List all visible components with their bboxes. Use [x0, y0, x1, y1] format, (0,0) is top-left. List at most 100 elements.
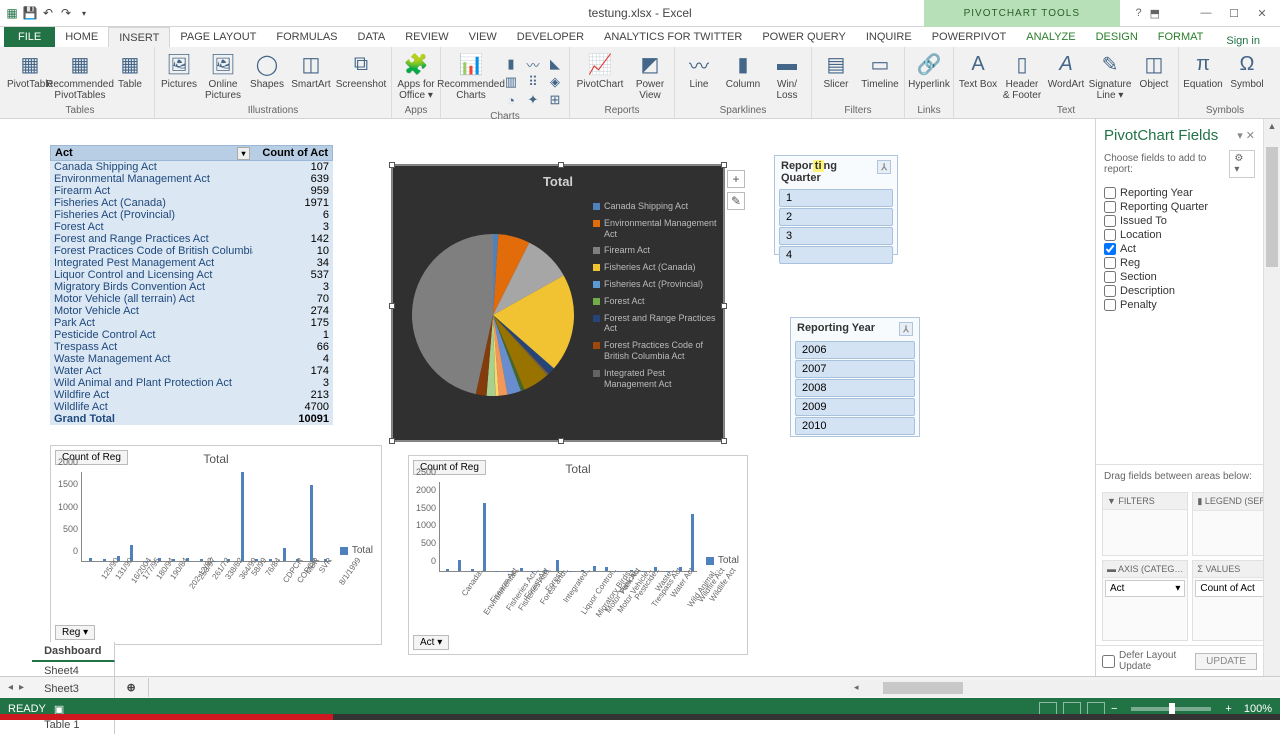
legend-item[interactable]: Firearm Act: [593, 245, 719, 256]
pivot-row[interactable]: Liquor Control and Licensing Act537: [50, 269, 333, 281]
pivot-row[interactable]: Waste Management Act4: [50, 353, 333, 365]
tab-inquire[interactable]: INQUIRE: [856, 27, 922, 47]
slicer-item[interactable]: 2009: [795, 398, 915, 416]
wordart-button[interactable]: AWordArt: [1046, 51, 1086, 90]
pie-plot-area[interactable]: [393, 193, 593, 437]
signature-button[interactable]: ✎Signature Line ▾: [1090, 51, 1130, 101]
field-checkbox[interactable]: [1104, 229, 1116, 241]
plot-area[interactable]: 0500100015002000125/90131/9016/2004177/9…: [81, 472, 331, 562]
legend-item[interactable]: Fisheries Act (Provincial): [593, 279, 719, 290]
pivot-row[interactable]: Trespass Act66: [50, 341, 333, 353]
col-chart-icon[interactable]: ▥: [501, 73, 521, 91]
pivot-row[interactable]: Fisheries Act (Provincial)6: [50, 209, 333, 221]
sparkline-line-button[interactable]: 〰Line: [679, 51, 719, 90]
headerfooter-button[interactable]: ▯Header & Footer: [1002, 51, 1042, 101]
slicer-button[interactable]: ▤Slicer: [816, 51, 856, 90]
tab-pagelayout[interactable]: PAGE LAYOUT: [170, 27, 266, 47]
line-chart-icon[interactable]: 〰: [523, 55, 543, 73]
close-pane-icon[interactable]: ▾ ✕: [1237, 129, 1255, 142]
redo-icon[interactable]: ↷: [58, 5, 74, 21]
pivot-row[interactable]: Motor Vehicle Act274: [50, 305, 333, 317]
zoom-slider[interactable]: [1131, 707, 1211, 711]
signin-link[interactable]: Sign in: [1226, 35, 1280, 47]
field-checkbox[interactable]: [1104, 257, 1116, 269]
field-item[interactable]: Issued To: [1104, 214, 1255, 228]
pie-chart[interactable]: Total Canada Shipping ActEnvironmental M…: [392, 165, 724, 441]
tab-developer[interactable]: DEVELOPER: [507, 27, 594, 47]
screenshot-button[interactable]: ⧉Screenshot: [335, 51, 387, 90]
pictures-button[interactable]: 🖼Pictures: [159, 51, 199, 90]
close-icon[interactable]: ✕: [1250, 3, 1274, 23]
pie-chart-icon[interactable]: ◔: [501, 91, 521, 109]
field-item[interactable]: Location: [1104, 228, 1255, 242]
help-icon[interactable]: ?: [1135, 7, 1141, 20]
fields-layout-icon[interactable]: ⚙ ▾: [1229, 150, 1255, 178]
field-item[interactable]: Reporting Quarter: [1104, 200, 1255, 214]
scatter-chart-icon[interactable]: ⠿: [523, 73, 543, 91]
equation-button[interactable]: πEquation: [1183, 51, 1223, 90]
pivot-row[interactable]: Forest Act3: [50, 221, 333, 233]
chart-brush-icon[interactable]: ✎: [727, 192, 745, 210]
tab-view[interactable]: VIEW: [459, 27, 507, 47]
legend-item[interactable]: Fisheries Act (Canada): [593, 262, 719, 273]
axis-field-button[interactable]: Reg ▾: [55, 625, 95, 640]
table-button[interactable]: ▦Table: [110, 51, 150, 90]
new-sheet-button[interactable]: ⊕: [115, 678, 149, 697]
filter-dropdown-icon[interactable]: ▾: [237, 147, 250, 160]
chart-plus-icon[interactable]: +: [727, 170, 745, 188]
save-icon[interactable]: 💾: [22, 5, 38, 21]
smartart-button[interactable]: ◫SmartArt: [291, 51, 331, 90]
sheet-tab[interactable]: Sheet3: [32, 680, 114, 698]
pie-legend[interactable]: Canada Shipping ActEnvironmental Managem…: [593, 193, 723, 437]
horizontal-scrollbar[interactable]: ◂: [850, 680, 1280, 696]
sparkline-column-button[interactable]: ▮Column: [723, 51, 763, 90]
pivot-row[interactable]: Firearm Act959: [50, 185, 333, 197]
tab-file[interactable]: FILE: [4, 27, 55, 47]
pivotchart-button[interactable]: 📈PivotChart: [574, 51, 626, 90]
update-button[interactable]: UPDATE: [1195, 653, 1257, 670]
recommended-charts-button[interactable]: 📊Recommended Charts: [445, 51, 497, 101]
pivot-row[interactable]: Migratory Birds Convention Act3: [50, 281, 333, 293]
pivot-row[interactable]: Wildlife Act4700: [50, 401, 333, 413]
pivot-row[interactable]: Forest Practices Code of British Columbi…: [50, 245, 333, 257]
legend-item[interactable]: Canada Shipping Act: [593, 201, 719, 212]
pivot-table[interactable]: Act▾ Count of Act Canada Shipping Act107…: [50, 145, 333, 425]
tab-home[interactable]: HOME: [55, 27, 108, 47]
sparkline-winloss-button[interactable]: ▬Win/ Loss: [767, 51, 807, 101]
pivot-row[interactable]: Canada Shipping Act107: [50, 161, 333, 173]
slicer-item[interactable]: 2010: [795, 417, 915, 435]
slicer-item[interactable]: 3: [779, 227, 893, 245]
tab-analyze[interactable]: ANALYZE: [1016, 27, 1085, 47]
online-pictures-button[interactable]: 🖼Online Pictures: [203, 51, 243, 101]
sheet-nav[interactable]: ◂▸: [0, 682, 32, 693]
timeline-button[interactable]: ▭Timeline: [860, 51, 900, 90]
field-item[interactable]: Act: [1104, 242, 1255, 256]
slicer-clear-icon[interactable]: ⅄: [877, 160, 891, 174]
slicer-item[interactable]: 2006: [795, 341, 915, 359]
field-item[interactable]: Section: [1104, 270, 1255, 284]
pivot-row[interactable]: Pesticide Control Act1: [50, 329, 333, 341]
legend-item[interactable]: Forest and Range Practices Act: [593, 313, 719, 335]
legend-item[interactable]: Forest Practices Code of British Columbi…: [593, 340, 719, 362]
field-item[interactable]: Reporting Year: [1104, 186, 1255, 200]
field-checkbox[interactable]: [1104, 299, 1116, 311]
sheet-tab[interactable]: Dashboard: [32, 642, 114, 662]
slicer-item[interactable]: 1: [779, 189, 893, 207]
bar-chart-icon[interactable]: ▮: [501, 55, 521, 73]
area-axis[interactable]: ▬ AXIS (CATEG…Act▾: [1102, 560, 1188, 641]
slicer-reporting-year[interactable]: Reporting Year⅄ 20062007200820092010: [790, 317, 920, 437]
field-checkbox[interactable]: [1104, 187, 1116, 199]
pivot-row[interactable]: Environmental Management Act639: [50, 173, 333, 185]
slicer-reporting-quarter[interactable]: Reporting Quarter⅄ 1234: [774, 155, 898, 255]
pivot-row[interactable]: Wildfire Act213: [50, 389, 333, 401]
undo-icon[interactable]: ↶: [40, 5, 56, 21]
field-checkbox[interactable]: [1104, 201, 1116, 213]
pivot-row[interactable]: Water Act174: [50, 365, 333, 377]
tab-insert[interactable]: INSERT: [108, 27, 170, 47]
tab-data[interactable]: DATA: [348, 27, 396, 47]
slicer-clear-icon[interactable]: ⅄: [899, 322, 913, 336]
field-item[interactable]: Description: [1104, 284, 1255, 298]
plot-area[interactable]: 05001000150020002500Canada..Environmenta…: [439, 482, 697, 572]
tab-analytics[interactable]: ANALYTICS FOR TWITTER: [594, 27, 752, 47]
recommended-pivottables-button[interactable]: ▦Recommended PivotTables: [54, 51, 106, 101]
